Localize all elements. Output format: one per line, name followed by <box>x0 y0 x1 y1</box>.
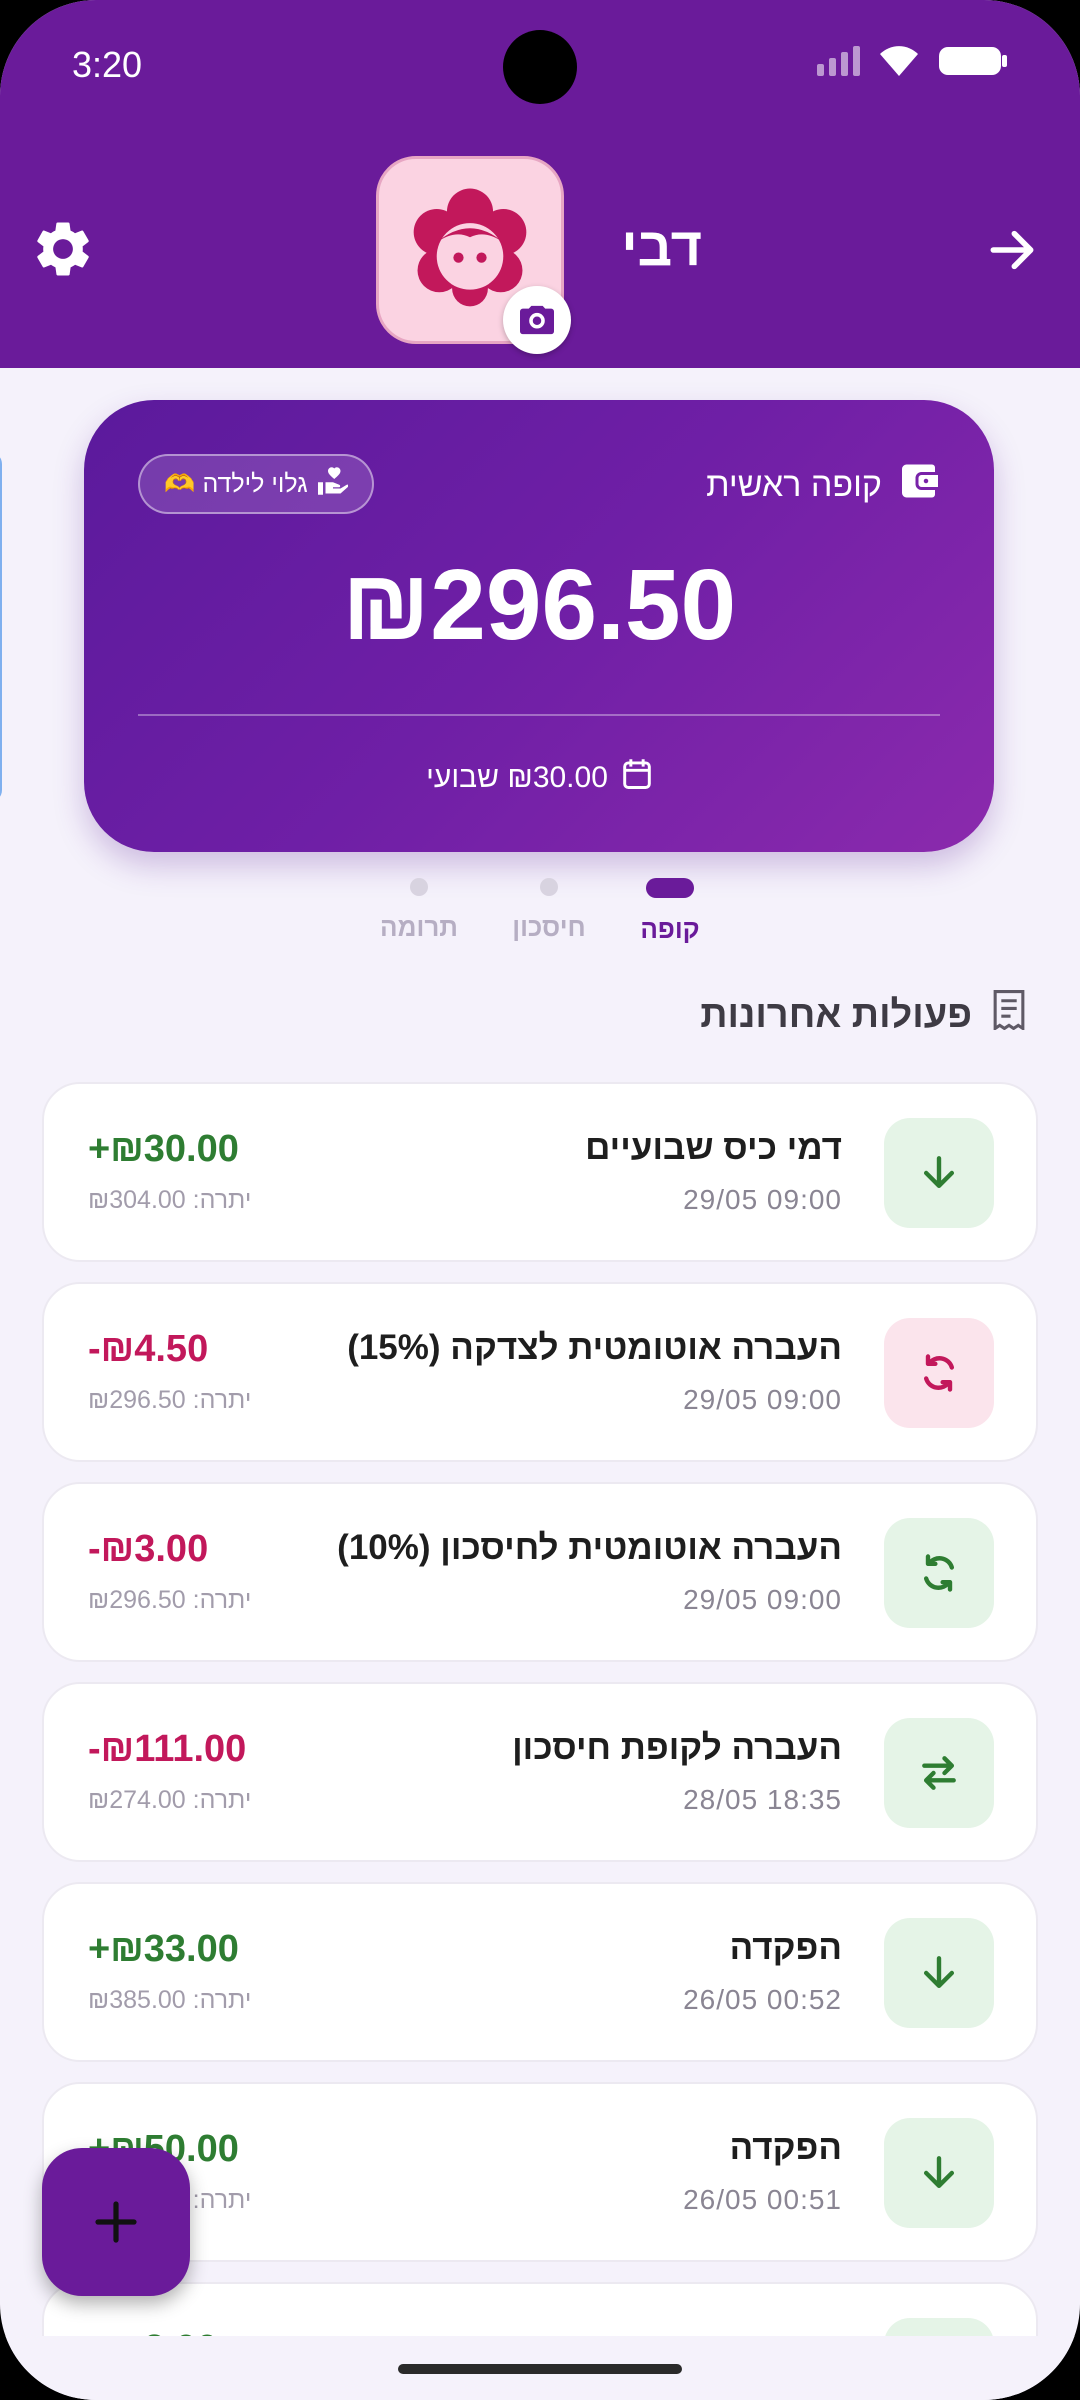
calendar-icon <box>622 758 652 798</box>
receipt-icon <box>990 990 1028 1040</box>
transaction-date: 29/05 09:00 <box>683 1184 842 1215</box>
swap-icon <box>884 1718 994 1828</box>
transaction-amount: +₪33.00 <box>88 1928 239 1970</box>
tab-label: תרומה <box>380 912 458 942</box>
transaction-amount: +₪30.00 <box>88 1128 239 1170</box>
transaction-title: הפקדה <box>729 2128 842 2167</box>
tab-label: חיסכון <box>512 912 586 942</box>
transaction-amount: +₪2.00 <box>88 2328 218 2336</box>
arrow-down-icon <box>884 1118 994 1228</box>
settings-gear-icon[interactable] <box>30 216 96 282</box>
transaction-balance: יתרה: ₪274.00 <box>88 1786 252 1814</box>
transaction-date: 26/05 00:52 <box>683 1984 842 2015</box>
camera-cutout <box>503 30 577 104</box>
main-balance-card[interactable]: קופה ראשית גלוי לילדה 🫶 ₪296.50 ₪30.00 ש… <box>84 400 994 852</box>
transaction-date: 29/05 09:00 <box>683 1584 842 1615</box>
recent-activity-heading: פעולות אחרונות <box>700 990 1028 1040</box>
transaction-row[interactable]: העברה לקופת חיסכון 28/05 18:35 -₪111.00 יתר… <box>42 1682 1038 1862</box>
transaction-balance: יתרה: ₪304.00 <box>88 1186 252 1214</box>
battery-icon <box>938 44 1008 78</box>
visibility-chip-label: גלוי לילדה 🫶 <box>164 469 308 498</box>
transaction-title: העברה אוטומטית לחיסכון (10%) <box>337 1528 842 1567</box>
wallet-icon <box>902 464 938 507</box>
tab-indicator <box>540 878 558 896</box>
transaction-balance: יתרה: ₪385.00 <box>88 1986 252 2014</box>
previous-card-peek[interactable] <box>0 452 2 802</box>
transaction-date: 26/05 00:51 <box>683 2184 842 2215</box>
weekly-allowance-text: ₪30.00 שבועי <box>426 761 608 794</box>
tab-label: קופה <box>640 914 700 944</box>
signal-icon <box>817 46 860 76</box>
home-indicator[interactable] <box>398 2364 682 2374</box>
arrow-down-icon <box>884 2318 994 2336</box>
app-header: 3:20 דבי <box>0 0 1080 368</box>
tab-donation[interactable]: תרומה <box>369 872 469 943</box>
card-title: קופה ראשית <box>706 464 938 507</box>
transaction-row[interactable]: הפקדה 26/05 00:52 +₪33.00 יתרה: ₪385.00 <box>42 1882 1038 2062</box>
wifi-icon <box>878 44 920 78</box>
tab-savings[interactable]: חיסכון <box>499 872 599 943</box>
balance-amount: ₪296.50 <box>341 549 737 661</box>
transaction-title: הפקדה <box>730 2328 842 2336</box>
add-transaction-button[interactable] <box>42 2148 190 2296</box>
back-arrow-icon[interactable] <box>984 222 1040 278</box>
recent-activity-title: פעולות אחרונות <box>700 993 972 1036</box>
status-time: 3:20 <box>72 44 143 85</box>
transaction-row[interactable]: הפקדה26/05 00:51+₪50.00יתרה: ₪352.00 <box>42 2082 1038 2262</box>
transaction-balance: יתרה: ₪296.50 <box>88 1586 252 1614</box>
transaction-title: העברה לקופת חיסכון <box>512 1728 842 1767</box>
transaction-row[interactable]: הפקדה +₪2.00 <box>42 2282 1038 2336</box>
change-photo-camera-icon[interactable] <box>503 286 571 354</box>
arrow-down-icon <box>884 2118 994 2228</box>
tab-indicator <box>410 878 428 896</box>
transaction-title: העברה אוטומטית לצדקה (15%) <box>347 1328 842 1367</box>
status-icons <box>817 44 1008 78</box>
transaction-amount: -₪111.00 <box>88 1728 247 1770</box>
card-title-text: קופה ראשית <box>706 466 882 504</box>
arrow-down-icon <box>884 1918 994 2028</box>
sync-icon <box>884 1518 994 1628</box>
sync-icon <box>884 1318 994 1428</box>
transaction-balance: יתרה: ₪296.50 <box>88 1386 252 1414</box>
visibility-chip[interactable]: גלוי לילדה 🫶 <box>138 454 374 514</box>
transactions-list: דמי כיס שבועיים 29/05 09:00 +₪30.00 יתרה: ₪… <box>42 1082 1038 2336</box>
weekly-allowance: ₪30.00 שבועי <box>84 758 994 798</box>
transaction-title: הפקדה <box>729 1928 842 1967</box>
phone-screen: 3:20 דבי קופה ראשית גלוי לילדה 🫶 ₪296.50… <box>0 0 1080 2400</box>
hand-heart-icon <box>317 466 349 502</box>
tab-indicator <box>646 878 694 898</box>
transaction-row[interactable]: העברה אוטומטית לחיסכון (10%) 29/05 09:00 -… <box>42 1482 1038 1662</box>
transaction-date: 28/05 18:35 <box>683 1784 842 1815</box>
plus-icon <box>95 2201 137 2243</box>
transaction-amount: -₪3.00 <box>88 1528 209 1570</box>
transaction-row[interactable]: העברה אוטומטית לצדקה (15%) 29/05 09:00 -₪4… <box>42 1282 1038 1462</box>
card-divider <box>138 714 940 716</box>
transaction-row[interactable]: דמי כיס שבועיים 29/05 09:00 +₪30.00 יתרה: ₪… <box>42 1082 1038 1262</box>
tab-main-wallet[interactable]: קופה <box>620 872 720 945</box>
wallet-tabs: קופה חיסכון תרומה <box>0 872 1080 952</box>
child-name: דבי <box>621 217 702 277</box>
transaction-amount: -₪4.50 <box>88 1328 209 1370</box>
transaction-date: 29/05 09:00 <box>683 1384 842 1415</box>
transaction-title: דמי כיס שבועיים <box>585 1128 842 1167</box>
